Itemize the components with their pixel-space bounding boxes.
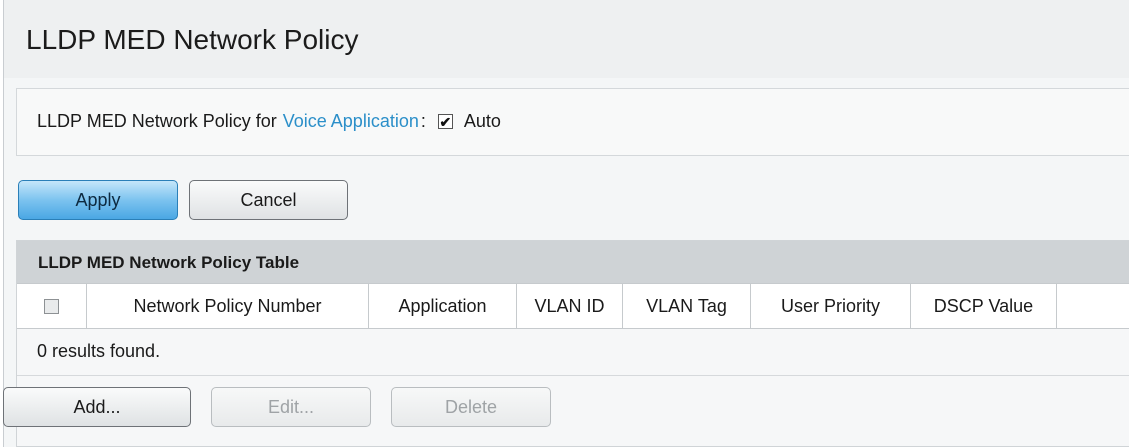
checkmark-icon: ✔	[439, 113, 452, 130]
divider	[17, 375, 1129, 376]
voice-policy-separator: :	[420, 111, 426, 131]
add-button[interactable]: Add...	[3, 387, 191, 427]
results-count: 0 results found.	[37, 341, 161, 361]
voice-policy-label: LLDP MED Network Policy for	[37, 111, 277, 131]
select-all-checkbox[interactable]	[44, 298, 59, 314]
column-header-vlan-id[interactable]: VLAN ID	[517, 284, 623, 328]
voice-policy-line: LLDP MED Network Policy for Voice Applic…	[37, 111, 501, 132]
auto-checkbox[interactable]: ✔	[437, 113, 453, 130]
cancel-button[interactable]: Cancel	[189, 180, 348, 220]
auto-label: Auto	[463, 111, 501, 131]
column-header-vlan-tag[interactable]: VLAN Tag	[623, 284, 751, 328]
apply-button[interactable]: Apply	[18, 180, 178, 220]
column-header-dscp-value[interactable]: DSCP Value	[911, 284, 1057, 328]
table-column-headers: Network Policy Number Application VLAN I…	[17, 283, 1129, 329]
table-title: LLDP MED Network Policy Table	[38, 253, 300, 272]
network-policy-table: LLDP MED Network Policy Table Network Po…	[3, 240, 1129, 447]
table-header: LLDP MED Network Policy Table	[17, 241, 1129, 283]
delete-button[interactable]: Delete	[391, 387, 551, 427]
voice-policy-panel: LLDP MED Network Policy for Voice Applic…	[16, 88, 1129, 156]
column-header-user-priority[interactable]: User Priority	[751, 284, 911, 328]
column-header-network-policy-number[interactable]: Network Policy Number	[87, 284, 369, 328]
page-title: LLDP MED Network Policy	[26, 24, 359, 55]
voice-application-link[interactable]: Voice Application	[283, 111, 419, 132]
column-header-application[interactable]: Application	[369, 284, 517, 328]
title-bar: LLDP MED Network Policy	[4, 0, 1129, 78]
select-all-cell	[17, 284, 87, 328]
edit-button[interactable]: Edit...	[211, 387, 371, 427]
